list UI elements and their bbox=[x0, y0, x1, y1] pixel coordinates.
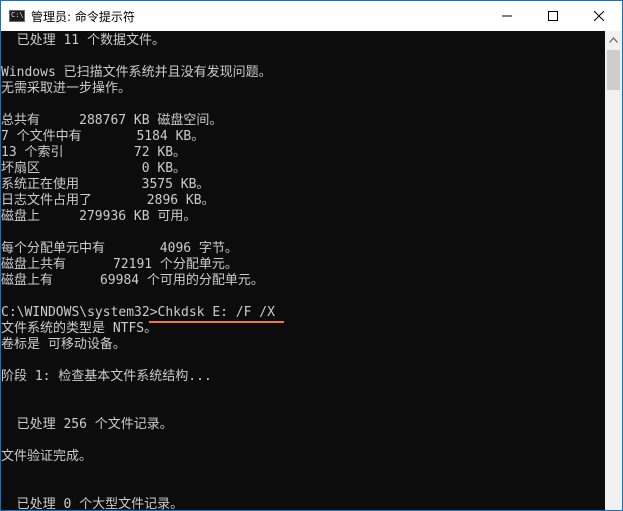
console-line: 磁盘上 279936 KB 可用。 bbox=[1, 209, 197, 224]
maximize-button[interactable] bbox=[530, 1, 576, 31]
console-line: 总共有 288767 KB 磁盘空间。 bbox=[1, 113, 223, 128]
console-line: Windows 已扫描文件系统并且没有发现问题。 bbox=[1, 65, 272, 80]
console-line: 已处理 0 个大型文件记录。 bbox=[1, 497, 184, 510]
console-line: 13 个索引 72 KB。 bbox=[1, 145, 187, 160]
console-output[interactable]: 已处理 11 个数据文件。 Windows 已扫描文件系统并且没有发现问题。 无需采… bbox=[1, 31, 606, 510]
close-button[interactable] bbox=[576, 1, 622, 31]
console-line: 日志文件占用了 2896 KB。 bbox=[1, 193, 215, 208]
console-line: 已处理 256 个文件记录。 bbox=[1, 417, 173, 432]
title-bar[interactable]: 管理员: 命令提示符 bbox=[1, 1, 622, 31]
minimize-icon bbox=[502, 15, 512, 17]
console-line: 文件验证完成。 bbox=[1, 449, 93, 464]
console-line: 每个分配单元中有 4096 字节。 bbox=[1, 241, 238, 256]
command-underline-annotation bbox=[149, 321, 284, 323]
scroll-up-button[interactable] bbox=[605, 31, 622, 48]
close-icon bbox=[594, 11, 604, 21]
console-line: C:\WINDOWS\system32>Chkdsk E: /F /X bbox=[1, 305, 275, 320]
window-title: 管理员: 命令提示符 bbox=[31, 9, 135, 24]
console-line: 文件系统的类型是 NTFS。 bbox=[1, 321, 158, 336]
console-line: 阶段 1: 检查基本文件系统结构... bbox=[1, 369, 212, 384]
vertical-scrollbar[interactable] bbox=[605, 31, 622, 510]
minimize-button[interactable] bbox=[484, 1, 530, 31]
cmd-app-icon bbox=[9, 9, 25, 22]
console-line: 磁盘上有 69984 个可用的分配单元。 bbox=[1, 273, 264, 288]
console-line: 无需采取进一步操作。 bbox=[1, 81, 132, 96]
console-line: 已处理 11 个数据文件。 bbox=[1, 33, 165, 48]
command-prompt-window: 管理员: 命令提示符 已处理 11 个数据文件。 Windows 已扫描文件系统并… bbox=[0, 0, 623, 511]
console-line: 磁盘上共有 72191 个分配单元。 bbox=[1, 257, 238, 272]
maximize-icon bbox=[548, 11, 558, 21]
chevron-up-icon bbox=[609, 36, 618, 43]
scrollbar-thumb[interactable] bbox=[607, 50, 620, 90]
console-line: 系统正在使用 3575 KB。 bbox=[1, 177, 210, 192]
console-line: 卷标是 可移动设备。 bbox=[1, 337, 126, 352]
console-line: 7 个文件中有 5184 KB。 bbox=[1, 129, 205, 144]
console-line: 坏扇区 0 KB。 bbox=[1, 161, 187, 176]
